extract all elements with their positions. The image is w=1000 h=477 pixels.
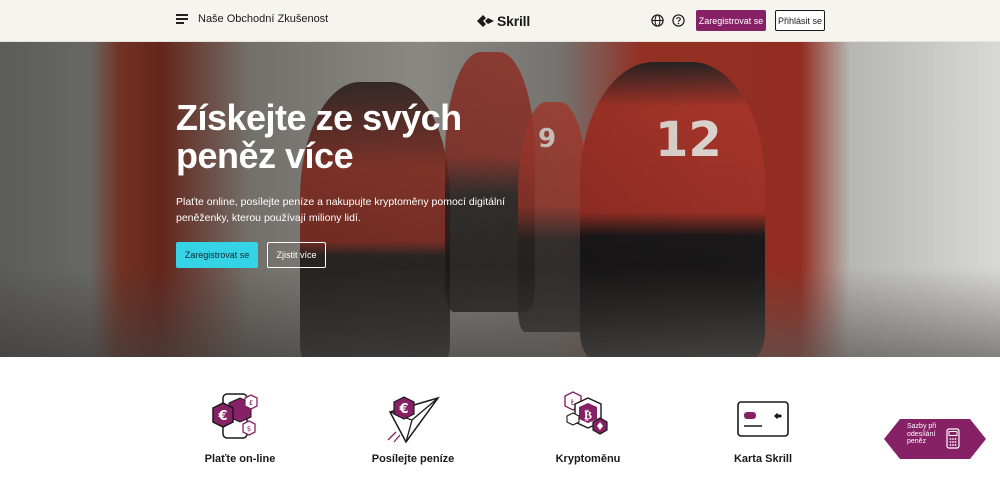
svg-text:$: $ [247,425,251,433]
globe-icon[interactable] [651,14,664,27]
skrill-logo[interactable]: Skrill [477,12,530,30]
svg-text:£: £ [249,399,253,407]
learn-more-button[interactable]: Zjistit více [267,242,326,268]
crypto-icon: Ł ₿ [564,391,608,435]
login-button-header[interactable]: Přihlásit se [775,10,825,31]
hero-banner: 12 9 Získejte ze svých peněz více Plaťte… [0,42,1000,357]
feature-send-money[interactable]: € Posílejte peníze [343,390,483,465]
feature-crypto[interactable]: Ł ₿ Kryptoměnu [518,390,658,465]
transfer-fees-badge[interactable]: Sazby při odesílání peněz [884,419,986,459]
register-button-hero[interactable]: Zaregistrovat se [176,242,258,268]
register-button-header[interactable]: Zaregistrovat se [696,10,766,31]
feature-label: Posílejte peníze [371,453,455,465]
hero-subtitle: Plaťte online, posílejte peníze a nakupu… [176,196,506,224]
hero-title: Získejte ze svých peněz více [176,97,462,176]
nav-our-experience-link[interactable]: Naše Obchodní Zkušenost [198,13,328,25]
svg-text:€: € [217,409,227,424]
calculator-icon [946,428,960,449]
logo-text: Skrill [497,13,531,29]
feature-label: Kryptoměnu [555,453,621,465]
fees-badge-label: Sazby při odesílání peněz [907,423,937,445]
card-icon [737,401,789,437]
svg-text:₿: ₿ [584,408,592,422]
feature-skrill-card[interactable]: Karta Skrill [693,390,833,465]
send-money-icon: € [387,396,440,444]
feature-label: Karta Skrill [733,453,793,465]
hamburger-menu-icon[interactable] [176,14,188,24]
svg-text:€: € [398,402,408,417]
pay-online-icon: € £ $ [212,393,258,439]
feature-label: Plaťte on-line [204,453,276,465]
feature-pay-online[interactable]: € £ $ Plaťte on-line [170,390,310,465]
skrill-logo-mark-icon [477,15,494,27]
site-header: Naše Obchodní Zkušenost Skrill Zaregistr… [0,0,1000,42]
help-icon[interactable] [672,14,685,27]
